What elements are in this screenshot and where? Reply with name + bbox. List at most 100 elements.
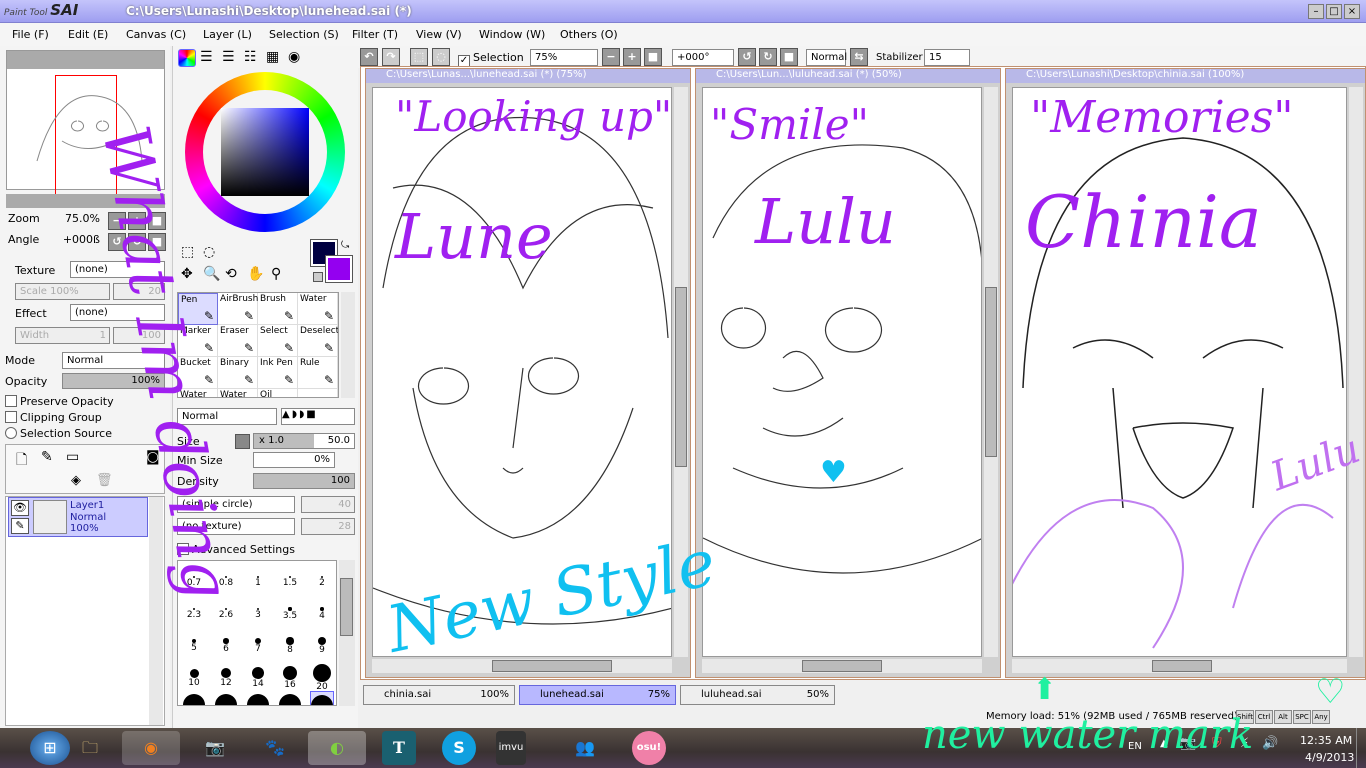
brush-size-preset[interactable]: 3.5: [278, 595, 302, 621]
min-size-slider[interactable]: 0%: [253, 452, 335, 468]
preserve-opacity-checkbox[interactable]: Preserve Opacity: [5, 395, 114, 408]
menu-layer[interactable]: Layer (L): [203, 28, 252, 41]
minimize-button[interactable]: –: [1308, 4, 1324, 19]
color-wheel[interactable]: [185, 72, 345, 232]
brush-size-preset[interactable]: 20: [310, 659, 334, 692]
tray-expand-icon[interactable]: ▲: [1160, 738, 1168, 749]
tool-binary[interactable]: Binary ✎: [218, 357, 258, 389]
canvas-lunehead[interactable]: [372, 87, 672, 657]
show-desktop-button[interactable]: [1356, 728, 1366, 768]
opacity-slider[interactable]: 100%: [62, 373, 165, 389]
brush-size-preset[interactable]: 10: [182, 659, 206, 688]
color-mixer-tab[interactable]: ☷: [244, 49, 257, 65]
hsv-slider-tab[interactable]: ☰: [222, 49, 235, 65]
brush-size-preset[interactable]: 25: [182, 691, 206, 705]
brush-shape-value[interactable]: 40: [301, 496, 355, 513]
tool-empty[interactable]: ✎: [298, 389, 338, 397]
new-linework-layer-icon[interactable]: ✎: [41, 449, 53, 465]
horizontal-scrollbar[interactable]: [372, 659, 672, 673]
swap-colors-icon[interactable]: ⤿: [341, 240, 349, 251]
rotate-left-button[interactable]: ↺: [108, 233, 126, 251]
tool-rule[interactable]: Rule ✎: [298, 357, 338, 389]
menu-file[interactable]: File (F): [12, 28, 49, 41]
tool-eraser[interactable]: Eraser ✎: [218, 325, 258, 357]
maximize-button[interactable]: □: [1326, 4, 1342, 19]
toolbar-zoom-out[interactable]: −: [602, 48, 620, 66]
menu-others[interactable]: Others (O): [560, 28, 618, 41]
flip-view-button[interactable]: ⇆: [850, 48, 868, 66]
tool-grid-scrollbar[interactable]: [341, 292, 355, 398]
delete-layer-icon[interactable]: 🗑: [96, 473, 113, 488]
brush-size-preset[interactable]: 35: [246, 691, 270, 705]
tray-camera-icon[interactable]: 📷: [1180, 736, 1196, 751]
vertical-scrollbar[interactable]: [674, 87, 688, 657]
tool-bucket[interactable]: Bucket ✎: [178, 357, 218, 389]
rotate-reset-button[interactable]: ■: [148, 233, 166, 251]
taskbar-messenger[interactable]: 👥: [565, 731, 605, 765]
menu-selection[interactable]: Selection (S): [269, 28, 339, 41]
effect-select[interactable]: (none): [70, 304, 165, 321]
brush-size-preset[interactable]: 14: [246, 659, 270, 689]
vertical-scrollbar[interactable]: [984, 87, 998, 657]
move-icon[interactable]: ✥: [181, 266, 193, 282]
angle-select[interactable]: +000°: [672, 49, 734, 66]
close-button[interactable]: ×: [1344, 4, 1360, 19]
eye-icon[interactable]: 👁: [11, 500, 29, 516]
brush-size-preset[interactable]: 30: [214, 691, 238, 705]
start-button[interactable]: ⊞: [30, 731, 70, 765]
tool-deselect[interactable]: Deselect ✎: [298, 325, 338, 357]
layer-list-scrollbar[interactable]: [149, 497, 163, 725]
rgb-slider-tab[interactable]: ☰: [200, 49, 213, 65]
menu-view[interactable]: View (V): [416, 28, 462, 41]
brush-size-preset[interactable]: 0.8: [214, 563, 238, 588]
view-blend-select[interactable]: Normal: [806, 49, 847, 66]
navigator-scrollbar[interactable]: [6, 194, 165, 208]
brush-lock-icon[interactable]: ✎: [11, 518, 29, 534]
undo-button[interactable]: ↶: [360, 48, 378, 66]
zoom-reset-button[interactable]: ■: [148, 212, 166, 230]
brush-size-preset[interactable]: 4: [310, 595, 334, 621]
toolbar-rotate-left[interactable]: ↺: [738, 48, 756, 66]
texture-strength-field[interactable]: 20: [113, 283, 165, 300]
brush-size-preset[interactable]: 2.3: [182, 595, 206, 620]
tool-airbrush[interactable]: AirBrush ✎: [218, 293, 258, 325]
tool-water[interactable]: Water✎: [298, 293, 338, 325]
rotate-right-button[interactable]: ↻: [128, 233, 146, 251]
stabilizer-select[interactable]: 15: [924, 49, 970, 66]
doc-tab-luluhead[interactable]: luluhead.sai 50%: [680, 685, 835, 705]
taskbar-gimp[interactable]: 🐾: [255, 731, 295, 765]
layer-mask-icon[interactable]: ◙: [146, 449, 160, 465]
tool-ink-pen[interactable]: Ink Pen ✎: [258, 357, 298, 389]
hand-icon[interactable]: ✋: [247, 266, 264, 282]
eyedropper-icon[interactable]: ⚲: [271, 266, 281, 282]
clock-time[interactable]: 12:35 AM: [1300, 734, 1352, 747]
menu-window[interactable]: Window (W): [479, 28, 545, 41]
brush-size-preset[interactable]: 2: [310, 563, 334, 588]
brush-size-preset[interactable]: 6: [214, 627, 238, 654]
texture-scale-field[interactable]: Scale 100%: [15, 283, 110, 300]
doc-tab-lunehead[interactable]: lunehead.sai 75%: [519, 685, 676, 705]
brush-size-preset[interactable]: 3: [246, 595, 270, 620]
brush-size-preset[interactable]: 12: [214, 659, 238, 688]
brush-size-preset[interactable]: 8: [278, 627, 302, 655]
zoom-value[interactable]: 75.0%: [60, 212, 100, 225]
brush-texture-select[interactable]: (no texture): [177, 518, 295, 535]
clear-layer-icon[interactable]: ◈: [71, 473, 81, 488]
language-indicator[interactable]: EN: [1128, 741, 1142, 752]
blend-mode-select[interactable]: Normal: [62, 352, 165, 369]
effect-strength-field[interactable]: 100: [113, 327, 165, 344]
zoom-out-button[interactable]: −: [108, 212, 126, 230]
taskbar-osu[interactable]: osu!: [632, 731, 666, 765]
toolbar-rotate-right[interactable]: ↻: [759, 48, 777, 66]
brush-size-preset[interactable]: 7: [246, 627, 270, 654]
tool-water[interactable]: Water✎: [178, 389, 218, 397]
texture-select[interactable]: (none): [70, 261, 165, 278]
toolbar-zoom-in[interactable]: +: [623, 48, 641, 66]
menu-filter[interactable]: Filter (T): [352, 28, 398, 41]
toolbar-rotate-reset[interactable]: ■: [780, 48, 798, 66]
zoom-select[interactable]: 75%: [530, 49, 598, 66]
invert-selection-button[interactable]: ◌: [432, 48, 450, 66]
rect-select-icon[interactable]: ⬚: [181, 244, 194, 260]
tool-brush[interactable]: Brush ✎: [258, 293, 298, 325]
brush-shape-select[interactable]: (simple circle): [177, 496, 295, 513]
